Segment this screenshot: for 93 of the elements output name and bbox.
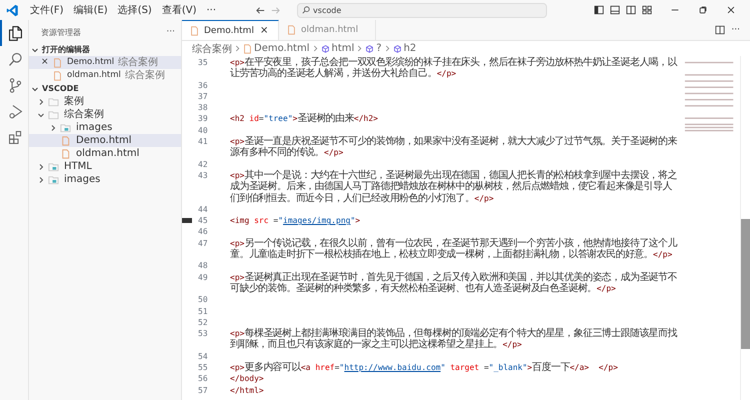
line-number: 38: [197, 102, 209, 114]
file-icon: [287, 25, 296, 35]
folder-icon: [48, 110, 59, 120]
command-center-field[interactable]: vscode: [297, 2, 548, 18]
file-icon: [60, 148, 71, 158]
code-line: <p>每棵圣诞树上都挂满琳琅满目的装饰品，但每棵树的顶端必定有个特大的星星，象征三博士跟随该星而找到耶稣，而且也只有该家庭的一家之主可以把这棵希望之星挂上。</p>: [230, 328, 678, 351]
cube-icon: [320, 44, 330, 54]
menu-item[interactable]: 编辑(E): [68, 3, 113, 17]
breadcrumb-item[interactable]: h2: [392, 43, 416, 54]
cube-icon: [365, 44, 374, 54]
split-layout-icon[interactable]: [626, 5, 636, 15]
menu-item[interactable]: 选择(S): [112, 3, 157, 17]
chevron-icon: [312, 45, 318, 52]
tree-item[interactable]: 综合案例: [29, 108, 181, 121]
open-editor-item[interactable]: oldman.html 综合案例: [29, 69, 181, 82]
back-arrow-icon[interactable]: [255, 4, 266, 16]
chevron-icon: [384, 45, 390, 52]
code-line: <p>另一个传说记载，在很久以前，曾有一位农民，在圣诞节那天遇到一个穷苦小孩，他热情地接待了这个儿童。儿童临走时折下一根松枝插在地上，松枝立即变成一棵树，上面都挂满礼物，以答谢农民的好意。</p>: [230, 238, 678, 260]
image-folder-icon: [60, 122, 71, 132]
split-editor-icon[interactable]: [715, 25, 726, 35]
chevron-icon: [31, 46, 39, 54]
files-icon[interactable]: [6, 24, 24, 42]
line-number: 51: [197, 306, 209, 317]
breadcrumb-item[interactable]: Demo.html: [243, 43, 310, 54]
line-number: 45: [197, 215, 209, 226]
tree-item[interactable]: 案例: [29, 95, 181, 108]
code-line: <p>更多内容可以<a href="http://www.baidu.com" target ="_blank">百度一下</a> </p>: [230, 362, 619, 374]
line-number: 50: [197, 294, 209, 306]
line-number: 49: [197, 272, 209, 283]
line-number: 40: [197, 124, 209, 136]
code-line: <p>其中一个是说：大约在十六世纪，圣诞树最先出现在德国，德国人把长青的松柏枝拿到屋中去摆设，将之成为圣诞树。后来，由德国人马丁路德把蜡烛放在树林中的枞树枝，然后点燃蜡烛，使它看起来像是引导人们到伯利恒去。而近今日，人们已经改用粉色的小灯泡了。</p>: [230, 170, 678, 204]
open-editor-item[interactable]: × Demo.html 综合案例: [29, 56, 181, 69]
extensions-icon[interactable]: [6, 128, 24, 146]
code-line: <p>圣诞树真正出现在圣诞节时，首先见于德国，之后又传入欧洲和美国，并以其优美的姿态，成为圣诞节不可缺少的装饰。圣诞树的种类繁多，有天然松柏圣诞树、也有人造圣诞树及白色圣诞树。</p>: [230, 272, 678, 294]
code-line: <h2 id="tree">圣诞树的由来</h2>: [230, 113, 379, 125]
breadcrumb-item[interactable]: html: [320, 43, 354, 54]
line-number: 46: [197, 226, 209, 238]
line-number: 54: [197, 350, 209, 362]
tree-item[interactable]: HTML: [29, 160, 181, 173]
line-number: 52: [197, 316, 209, 328]
tree-item[interactable]: oldman.html: [29, 147, 181, 160]
section-header[interactable]: 打开的编辑器: [29, 43, 181, 56]
image-folder-icon: [48, 174, 59, 184]
sidebar-layout-icon[interactable]: [594, 5, 604, 15]
line-number: 55: [197, 362, 209, 374]
app-logo-icon: [6, 4, 19, 16]
menu-item[interactable]: 文件(F): [25, 3, 69, 17]
line-number: 56: [197, 373, 209, 385]
line-number: 53: [197, 328, 209, 340]
grid-layout-icon[interactable]: [642, 5, 652, 15]
line-number: 35: [197, 57, 209, 68]
file-icon: [60, 136, 71, 146]
more-actions-button[interactable]: ···: [731, 25, 740, 35]
tree-item[interactable]: Demo.html: [29, 134, 181, 147]
section-header[interactable]: VSCODE: [29, 82, 181, 95]
menu-item[interactable]: 查看(V): [156, 3, 202, 17]
folder-icon: [48, 96, 59, 106]
chevron-icon: [235, 45, 240, 52]
explorer-title: 资源管理器: [41, 27, 81, 39]
line-number: 41: [197, 136, 209, 148]
line-number: 48: [197, 260, 209, 272]
panel-layout-icon[interactable]: [610, 5, 620, 15]
search-icon[interactable]: [6, 50, 24, 68]
code-line: </body>: [230, 373, 265, 385]
editor-tab[interactable]: Demo.html ×: [182, 20, 279, 40]
line-number: 57: [197, 384, 209, 396]
line-number: 36: [197, 80, 209, 91]
restore-icon[interactable]: [698, 5, 708, 15]
code-line: <p>圣诞一直是庆祝圣诞节不可少的装饰物，如果家中没有圣诞树，就大大减少了过节气氛。关于圣诞树的来源有多种不同的传说。</p>: [230, 136, 678, 159]
close-icon[interactable]: [726, 5, 736, 15]
code-line: </html>: [230, 384, 265, 396]
chevron-icon: [357, 45, 362, 52]
breadcrumb-item[interactable]: 综合案例: [192, 42, 232, 56]
more-actions-button[interactable]: ···: [166, 26, 175, 39]
code-line: <img src ="images/img.png">: [230, 215, 362, 226]
line-number: 39: [197, 113, 209, 125]
search-icon: [302, 6, 310, 14]
run-debug-icon[interactable]: [6, 102, 24, 120]
line-number: 44: [197, 204, 209, 216]
line-number: 42: [197, 158, 209, 170]
file-icon: [190, 26, 199, 36]
code-line: <p>在平安夜里，孩子总会把一双双色彩缤纷的袜子挂在床头，然后在袜子旁边放杯热牛奶让圣诞老人喝，以让劳苦功高的圣诞老人解渴，并送份大礼给自己。</p>: [230, 57, 678, 80]
line-number: 37: [197, 90, 209, 102]
cube-icon: [392, 44, 402, 54]
line-number: 43: [197, 170, 209, 182]
tree-item[interactable]: images: [29, 121, 181, 134]
line-number: 47: [197, 238, 209, 250]
scrollbar-thumb[interactable]: [741, 219, 750, 349]
tree-item[interactable]: images: [29, 173, 181, 186]
breadcrumb-item[interactable]: ?: [365, 43, 382, 54]
image-folder-icon: [48, 162, 59, 172]
menu-item[interactable]: ···: [202, 4, 222, 16]
file-icon: [243, 44, 252, 54]
